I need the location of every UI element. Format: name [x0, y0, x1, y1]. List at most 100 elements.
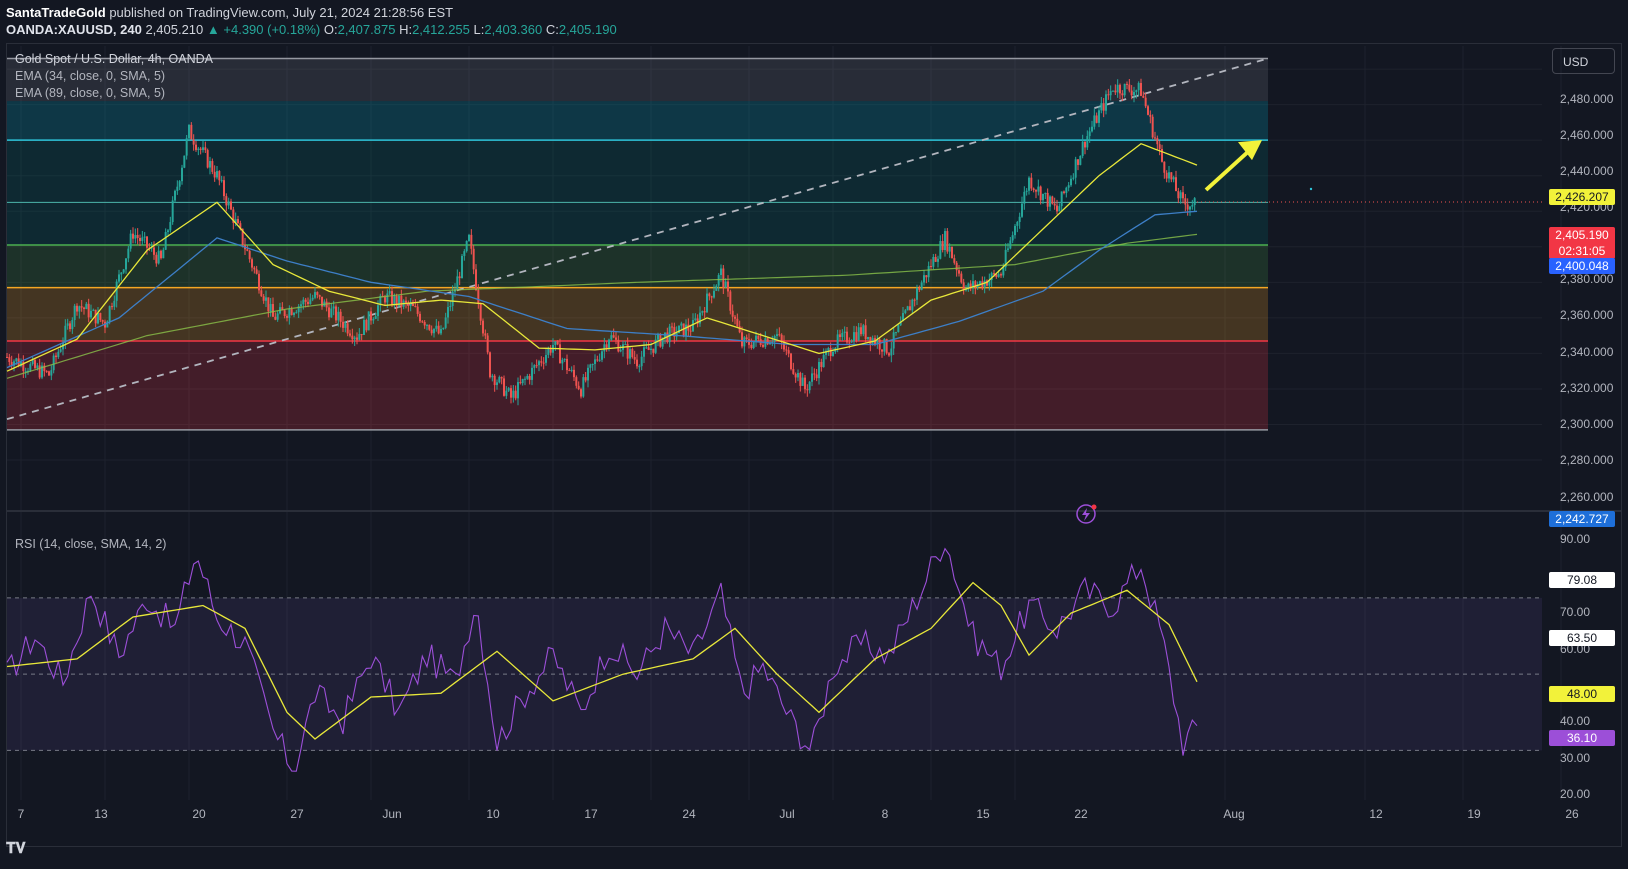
price-axis-label: 2,380.000: [1560, 272, 1614, 286]
candle-body: [813, 373, 816, 375]
candle-body: [741, 332, 743, 347]
candle-body: [703, 311, 706, 313]
candle-body: [218, 171, 221, 181]
candle-body: [689, 330, 692, 332]
candle-body: [134, 234, 137, 239]
candle-body: [428, 324, 431, 330]
candle-body: [1028, 177, 1030, 191]
candle-body: [211, 161, 214, 172]
rsi-legend[interactable]: RSI (14, close, SMA, 14, 2): [15, 537, 166, 551]
candle-body: [1128, 84, 1131, 91]
candle-body: [603, 344, 606, 352]
candle-body: [356, 337, 358, 340]
candle-body: [799, 373, 802, 386]
candle-body: [15, 358, 18, 362]
candle-body: [692, 320, 694, 332]
candle-body: [549, 348, 552, 353]
candle-body: [937, 258, 939, 262]
chart-canvas[interactable]: [0, 0, 1628, 869]
candle-body: [755, 335, 757, 342]
candle-body: [930, 266, 932, 268]
candle-body: [127, 248, 130, 259]
price-axis-label: 2,340.000: [1560, 345, 1614, 359]
candle-body: [745, 337, 748, 340]
candle-body: [458, 276, 461, 279]
candle-body: [717, 275, 720, 286]
candle-body: [1116, 84, 1119, 93]
candle-body: [416, 306, 419, 314]
candle-body: [960, 273, 963, 283]
candle-body: [748, 339, 750, 345]
candle-body: [57, 351, 60, 358]
candle-body: [1175, 177, 1177, 192]
candle-body: [1130, 90, 1133, 96]
candle-body: [892, 332, 895, 349]
candle-body: [629, 349, 631, 359]
candle-body: [848, 342, 851, 344]
candle-body: [643, 347, 645, 357]
rsi-axis-label: 70.00: [1560, 605, 1591, 619]
candle-body: [836, 334, 839, 348]
candle-body: [570, 369, 573, 371]
candle-body: [636, 359, 638, 367]
candle-body: [426, 324, 428, 326]
candle-body: [846, 331, 848, 343]
candle-body: [640, 356, 643, 367]
candle-body: [533, 365, 536, 368]
candle-body: [1123, 83, 1126, 96]
candle-body: [631, 349, 634, 358]
candle-body: [1079, 155, 1082, 165]
candle-body: [1060, 191, 1063, 207]
candle-body: [762, 344, 764, 347]
candle-body: [710, 296, 713, 298]
candle-body: [209, 161, 211, 168]
candle-body: [1035, 190, 1037, 192]
candle-body: [715, 285, 718, 291]
candle-body: [358, 334, 361, 340]
candle-body: [195, 144, 197, 150]
chart-title[interactable]: Gold Spot / U.S. Dollar, 4h, OANDA: [15, 52, 213, 66]
candle-body: [927, 266, 930, 278]
candle-body: [608, 339, 610, 348]
candle-body: [1053, 203, 1056, 206]
candle-body: [1165, 172, 1168, 179]
candle-body: [220, 180, 223, 182]
ema34-legend[interactable]: EMA (34, close, 0, SMA, 5): [15, 69, 165, 83]
candle-body: [335, 306, 337, 321]
candle-body: [486, 335, 489, 353]
candle-body: [577, 385, 580, 390]
candle-body: [752, 341, 755, 349]
candle-body: [556, 341, 559, 345]
candle-body: [384, 297, 386, 303]
candle-body: [101, 320, 104, 322]
candle-body: [932, 256, 935, 267]
candle-body: [680, 323, 683, 326]
candle-body: [311, 297, 314, 300]
candle-body: [913, 299, 916, 301]
candle-body: [1095, 115, 1098, 123]
rsi-mid-tag: 63.50: [1549, 630, 1615, 646]
candle-body: [1102, 103, 1105, 111]
candle-body: [818, 361, 820, 379]
ema89-legend[interactable]: EMA (89, close, 0, SMA, 5): [15, 86, 165, 100]
candle-body: [272, 304, 274, 317]
time-label: Jul: [779, 807, 795, 821]
candle-body: [1072, 177, 1075, 179]
currency-button[interactable]: USD: [1552, 48, 1615, 74]
candle-body: [1002, 267, 1005, 276]
candle-body: [524, 378, 526, 380]
candle-body: [869, 336, 872, 345]
candle-body: [1093, 115, 1096, 127]
candle-body: [372, 318, 375, 321]
candle-body: [484, 333, 487, 336]
candle-body: [169, 222, 172, 231]
candle-body: [330, 308, 333, 318]
candle-body: [605, 344, 608, 348]
candle-body: [1144, 97, 1147, 107]
candle-body: [197, 148, 200, 150]
candle-body: [1014, 225, 1016, 236]
candle-body: [328, 307, 330, 318]
candle-body: [538, 361, 540, 366]
candle-body: [1154, 137, 1156, 139]
candle-body: [155, 254, 158, 264]
